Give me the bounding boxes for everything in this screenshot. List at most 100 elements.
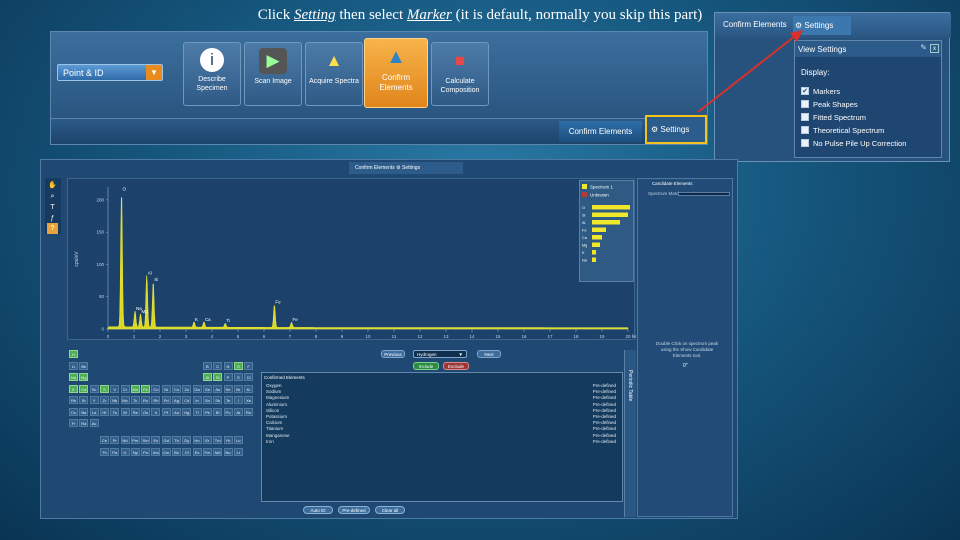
element-rb[interactable]: Rb	[69, 396, 78, 404]
next-button[interactable]: Next	[477, 350, 501, 358]
element-c[interactable]: C	[213, 361, 223, 370]
element-ru[interactable]: Ru	[141, 396, 151, 404]
element-u[interactable]: U	[120, 447, 130, 456]
pin-icon[interactable]: ✎	[920, 43, 927, 52]
element-in[interactable]: In	[192, 396, 202, 404]
element-as[interactable]: As	[213, 384, 223, 393]
element-tl[interactable]: Tl	[192, 407, 202, 416]
element-pm[interactable]: Pm	[130, 436, 140, 445]
element-ce[interactable]: Ce	[99, 436, 109, 445]
element-ac[interactable]: Ac	[89, 419, 99, 427]
element-lu[interactable]: Lu	[233, 436, 243, 445]
element-au[interactable]: Au	[172, 407, 181, 416]
step-acquire-spectra[interactable]: ▲ Acquire Spectra	[305, 42, 363, 106]
element-nd[interactable]: Nd	[120, 436, 130, 445]
element-s[interactable]: S	[233, 373, 243, 381]
element-mg[interactable]: Mg	[79, 373, 89, 381]
element-es[interactable]: Es	[192, 447, 202, 456]
pre-defined-button[interactable]: Pre-defined	[338, 506, 370, 514]
element-ra[interactable]: Ra	[79, 419, 89, 427]
hand-icon[interactable]: ✋	[47, 180, 58, 191]
element-co[interactable]: Co	[151, 384, 161, 393]
element-h[interactable]: H	[69, 350, 78, 358]
element-sb[interactable]: Sb	[213, 396, 223, 404]
element-select[interactable]: Hydrogen ▼	[413, 350, 467, 358]
element-th[interactable]: Th	[99, 447, 109, 456]
callout-confirm-elements-tab[interactable]: Confirm Elements	[718, 16, 793, 34]
element-al[interactable]: Al	[202, 373, 212, 381]
element-la[interactable]: La	[89, 407, 99, 416]
element-ta[interactable]: Ta	[110, 407, 120, 416]
close-icon[interactable]: x	[930, 44, 939, 53]
element-cf[interactable]: Cf	[182, 447, 192, 456]
element-cr[interactable]: Cr	[120, 384, 130, 393]
element-ga[interactable]: Ga	[192, 384, 202, 393]
element-am[interactable]: Am	[151, 447, 161, 456]
text-tool-icon[interactable]: T	[47, 202, 58, 213]
checkbox-fitted-spectrum[interactable]	[801, 113, 809, 121]
element-li[interactable]: Li	[69, 361, 78, 370]
element-tb[interactable]: Tb	[172, 436, 181, 445]
element-os[interactable]: Os	[141, 407, 151, 416]
element-be[interactable]: Be	[79, 361, 89, 370]
element-te[interactable]: Te	[223, 396, 233, 404]
element-ni[interactable]: Ni	[161, 384, 171, 393]
element-lr[interactable]: Lr	[233, 447, 243, 456]
spectrum-chart[interactable]: 0 1 2 3 4 5 6 7 8 9 10 11 12 13 14 15 16 17 18 19 20 0 50 100 15…	[67, 178, 636, 340]
element-gd[interactable]: Gd	[161, 436, 171, 445]
periodic-table-side-tab[interactable]: Periodic Table	[624, 350, 636, 517]
previous-button[interactable]: Previous	[381, 350, 405, 358]
table-row[interactable]: Potassium Pre-defined	[266, 414, 620, 420]
element-p[interactable]: P	[223, 373, 233, 381]
element-cd[interactable]: Cd	[182, 396, 192, 404]
element-i[interactable]: I	[233, 396, 243, 404]
element-xe[interactable]: Xe	[244, 396, 254, 404]
element-pd[interactable]: Pd	[161, 396, 171, 404]
element-pr[interactable]: Pr	[110, 436, 120, 445]
element-ge[interactable]: Ge	[202, 384, 212, 393]
table-row[interactable]: Oxygen Pre-defined	[266, 383, 620, 389]
option-no-pulse-pile-up[interactable]: No Pulse Pile Up Correction	[801, 139, 906, 148]
table-row[interactable]: Magnesium Pre-defined	[266, 395, 620, 401]
element-pt[interactable]: Pt	[161, 407, 171, 416]
option-markers[interactable]: ✔ Markers	[801, 87, 840, 96]
confirm-elements-tab[interactable]: Confirm Elements	[559, 121, 642, 142]
clear-all-button[interactable]: Clear all	[375, 506, 405, 514]
checkbox-theoretical-spectrum[interactable]	[801, 126, 809, 134]
element-tc[interactable]: Tc	[130, 396, 140, 404]
callout-settings-tab[interactable]: ⚙ Settings	[793, 16, 851, 35]
element-fr[interactable]: Fr	[69, 419, 78, 427]
element-n[interactable]: N	[223, 361, 233, 370]
option-peak-shapes[interactable]: Peak Shapes	[801, 100, 858, 109]
checkbox-markers[interactable]: ✔	[801, 87, 809, 95]
element-np[interactable]: Np	[130, 447, 140, 456]
table-row[interactable]: Titanium Pre-defined	[266, 426, 620, 432]
element-v[interactable]: V	[110, 384, 120, 393]
element-yb[interactable]: Yb	[223, 436, 233, 445]
element-cs[interactable]: Cs	[69, 407, 78, 416]
element-na[interactable]: Na	[69, 373, 78, 381]
element-f[interactable]: F	[244, 361, 254, 370]
element-ti[interactable]: Ti	[99, 384, 109, 393]
element-sc[interactable]: Sc	[89, 384, 99, 393]
element-cl[interactable]: Cl	[244, 373, 254, 381]
element-cu[interactable]: Cu	[172, 384, 181, 393]
element-y[interactable]: Y	[89, 396, 99, 404]
auto-id-button[interactable]: Auto ID	[303, 506, 333, 514]
element-er[interactable]: Er	[202, 436, 212, 445]
spectrum-match-slider[interactable]	[678, 192, 730, 196]
step-scan-image[interactable]: ▶ Scan Image	[244, 42, 302, 106]
element-no[interactable]: No	[223, 447, 233, 456]
option-fitted-spectrum[interactable]: Fitted Spectrum	[801, 113, 866, 122]
element-nb[interactable]: Nb	[110, 396, 120, 404]
element-tm[interactable]: Tm	[213, 436, 223, 445]
element-rn[interactable]: Rn	[244, 407, 254, 416]
checkbox-no-pulse-pile-up[interactable]	[801, 139, 809, 147]
element-si[interactable]: Si	[213, 373, 223, 381]
option-theoretical-spectrum[interactable]: Theoretical Spectrum	[801, 126, 884, 135]
element-ho[interactable]: Ho	[192, 436, 202, 445]
element-at[interactable]: At	[233, 407, 243, 416]
element-bk[interactable]: Bk	[172, 447, 181, 456]
element-bi[interactable]: Bi	[213, 407, 223, 416]
element-k[interactable]: K	[69, 384, 78, 393]
